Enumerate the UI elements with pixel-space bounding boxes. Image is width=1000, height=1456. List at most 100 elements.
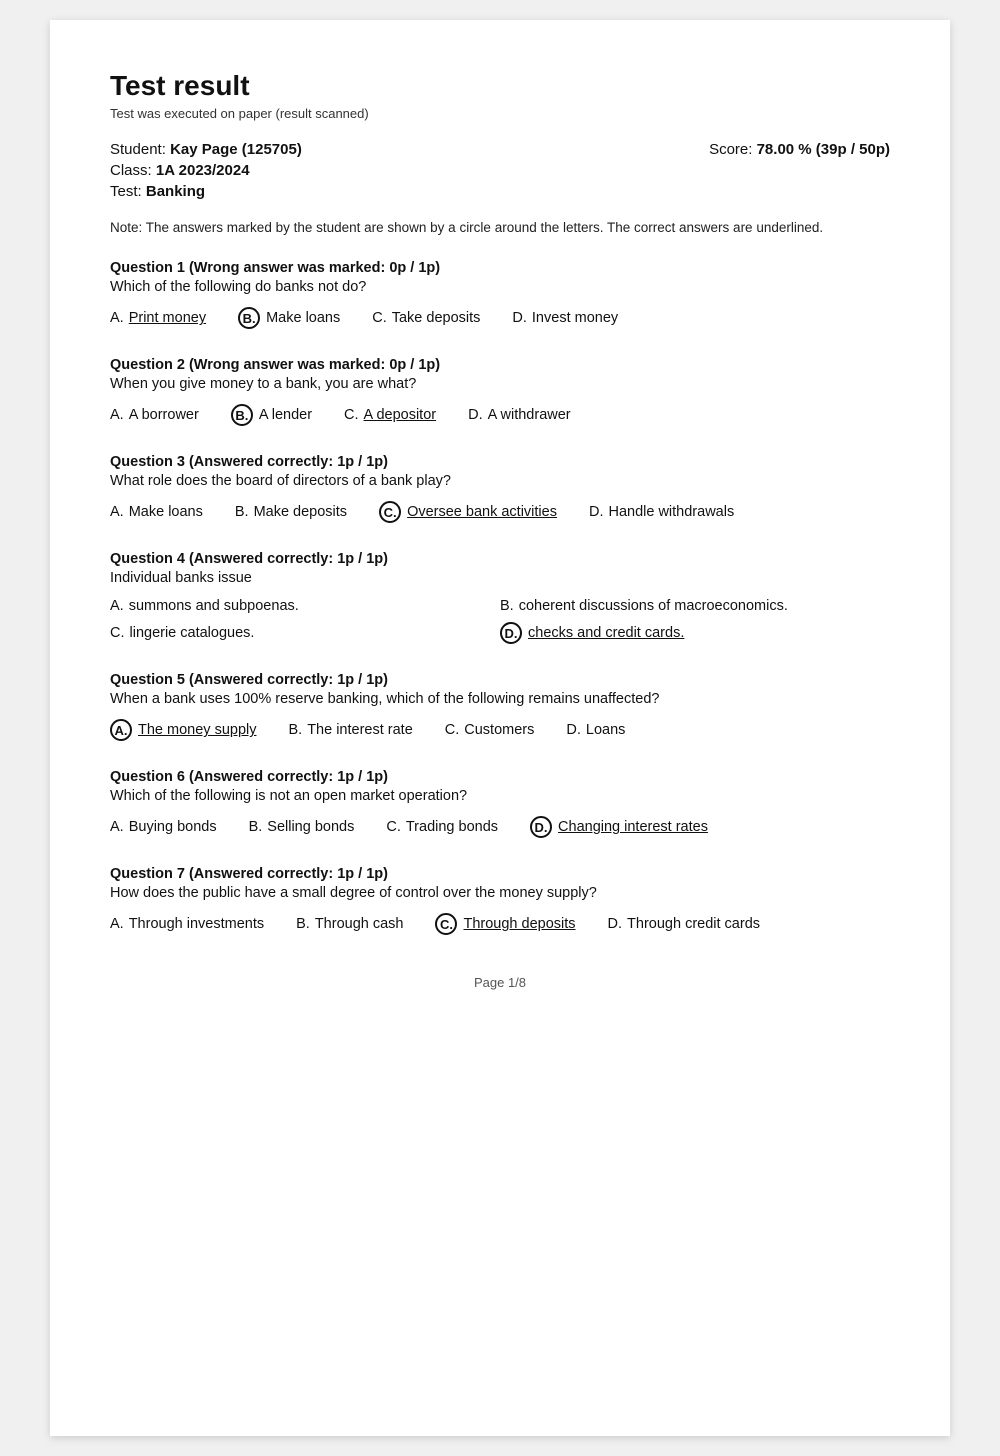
option-6-1: A. Buying bonds bbox=[110, 819, 217, 835]
question-block-5: Question 5 (Answered correctly: 1p / 1p)… bbox=[110, 672, 890, 741]
option-letter-3-1: A. bbox=[110, 504, 124, 520]
option-letter-4-4: D. bbox=[500, 622, 522, 644]
option-text-5-4: Loans bbox=[586, 722, 626, 738]
option-letter-1-2: B. bbox=[238, 307, 260, 329]
option-3-3: C. Oversee bank activities bbox=[379, 501, 557, 523]
option-letter-1-4: D. bbox=[512, 310, 527, 326]
option-1-1: A.Print money bbox=[110, 310, 206, 326]
question-text-5: When a bank uses 100% reserve banking, w… bbox=[110, 691, 890, 707]
option-text-1-4: Invest money bbox=[532, 310, 618, 326]
option-text-1-1: Print money bbox=[129, 310, 206, 326]
option-4-2: B.coherent discussions of macroeconomics… bbox=[500, 598, 890, 614]
option-text-7-1: Through investments bbox=[129, 916, 264, 932]
options-row-1: A.Print money B. Make loans C. Take deposits… bbox=[110, 307, 890, 329]
student-name: Kay Page (125705) bbox=[170, 141, 302, 158]
option-letter-6-1: A. bbox=[110, 819, 124, 835]
option-6-4: D. Changing interest rates bbox=[530, 816, 708, 838]
option-text-4-4: checks and credit cards. bbox=[528, 625, 684, 641]
questions-container: Question 1 (Wrong answer was marked: 0p … bbox=[110, 260, 890, 935]
option-letter-3-3: C. bbox=[379, 501, 401, 523]
question-header-6: Question 6 (Answered correctly: 1p / 1p) bbox=[110, 769, 890, 785]
option-text-7-2: Through cash bbox=[315, 916, 404, 932]
options-row-6: A. Buying bonds B.Selling bonds C.Trading b… bbox=[110, 816, 890, 838]
option-7-2: B.Through cash bbox=[296, 916, 403, 932]
option-letter-7-4: D. bbox=[608, 916, 623, 932]
option-2-2: B. A lender bbox=[231, 404, 312, 426]
option-7-3: C.Through deposits bbox=[435, 913, 575, 935]
options-row-3: A.Make loansB.Make depositsC.Oversee ban… bbox=[110, 501, 890, 523]
option-letter-2-1: A. bbox=[110, 407, 124, 423]
option-text-1-2: Make loans bbox=[266, 310, 340, 326]
test-label: Test: bbox=[110, 183, 142, 200]
question-header-4: Question 4 (Answered correctly: 1p / 1p) bbox=[110, 551, 890, 567]
option-3-1: A. Make loans bbox=[110, 504, 203, 520]
option-5-1: A.The money supply bbox=[110, 719, 256, 741]
class-row: Class: 1A 2023/2024 bbox=[110, 162, 890, 179]
option-text-3-1: Make loans bbox=[129, 504, 203, 520]
option-4-1: A.summons and subpoenas. bbox=[110, 598, 500, 614]
score-label: Score: bbox=[709, 141, 752, 158]
page-footer: Page 1/8 bbox=[110, 975, 890, 990]
class-left: Class: 1A 2023/2024 bbox=[110, 162, 250, 179]
option-text-6-4: Changing interest rates bbox=[558, 819, 708, 835]
note-text: Note: The answers marked by the student … bbox=[110, 218, 890, 238]
question-block-4: Question 4 (Answered correctly: 1p / 1p)… bbox=[110, 551, 890, 644]
option-text-1-3: Take deposits bbox=[392, 310, 481, 326]
option-letter-5-3: C. bbox=[445, 722, 460, 738]
question-block-3: Question 3 (Answered correctly: 1p / 1p)… bbox=[110, 454, 890, 523]
question-block-2: Question 2 (Wrong answer was marked: 0p … bbox=[110, 357, 890, 426]
option-text-6-1: Buying bonds bbox=[129, 819, 217, 835]
option-6-3: C.Trading bonds bbox=[386, 819, 498, 835]
option-letter-3-4: D. bbox=[589, 504, 604, 520]
option-text-6-3: Trading bonds bbox=[406, 819, 498, 835]
option-6-2: B.Selling bonds bbox=[249, 819, 355, 835]
options-row-2: A. A borrower B. A lender C. A depositor D. A w… bbox=[110, 404, 890, 426]
question-block-6: Question 6 (Answered correctly: 1p / 1p)… bbox=[110, 769, 890, 838]
option-text-3-3: Oversee bank activities bbox=[407, 504, 557, 520]
student-label: Student: bbox=[110, 141, 166, 158]
student-info: Student: Kay Page (125705) Score: 78.00 … bbox=[110, 141, 890, 200]
question-header-3: Question 3 (Answered correctly: 1p / 1p) bbox=[110, 454, 890, 470]
score-right: Score: 78.00 % (39p / 50p) bbox=[709, 141, 890, 158]
option-5-2: B.The interest rate bbox=[288, 722, 412, 738]
option-letter-7-1: A. bbox=[110, 916, 124, 932]
question-header-5: Question 5 (Answered correctly: 1p / 1p) bbox=[110, 672, 890, 688]
option-letter-3-2: B. bbox=[235, 504, 249, 520]
option-text-7-3: Through deposits bbox=[463, 916, 575, 932]
option-letter-5-4: D. bbox=[566, 722, 581, 738]
question-text-7: How does the public have a small degree … bbox=[110, 885, 890, 901]
option-text-6-2: Selling bonds bbox=[267, 819, 354, 835]
option-letter-6-2: B. bbox=[249, 819, 263, 835]
option-letter-4-1: A. bbox=[110, 598, 124, 614]
class-value: 1A 2023/2024 bbox=[156, 162, 250, 179]
option-text-2-1: A borrower bbox=[129, 407, 199, 423]
option-text-2-3: A depositor bbox=[364, 407, 437, 423]
option-text-4-3: lingerie catalogues. bbox=[130, 625, 255, 641]
option-letter-4-3: C. bbox=[110, 625, 125, 641]
option-1-3: C. Take deposits bbox=[372, 310, 480, 326]
option-text-2-4: A withdrawer bbox=[488, 407, 571, 423]
option-text-5-2: The interest rate bbox=[307, 722, 413, 738]
option-7-1: A. Through investments bbox=[110, 916, 264, 932]
page-title: Test result bbox=[110, 70, 890, 102]
test-row: Test: Banking bbox=[110, 183, 890, 200]
option-letter-2-2: B. bbox=[231, 404, 253, 426]
options-grid-4: A.summons and subpoenas.B.coherent discu… bbox=[110, 598, 890, 644]
option-text-5-1: The money supply bbox=[138, 722, 256, 738]
class-label: Class: bbox=[110, 162, 152, 179]
question-header-2: Question 2 (Wrong answer was marked: 0p … bbox=[110, 357, 890, 373]
option-4-4: D. checks and credit cards. bbox=[500, 622, 890, 644]
question-text-4: Individual banks issue bbox=[110, 570, 890, 586]
option-letter-2-4: D. bbox=[468, 407, 483, 423]
option-letter-1-3: C. bbox=[372, 310, 387, 326]
option-letter-4-2: B. bbox=[500, 598, 514, 614]
question-block-1: Question 1 (Wrong answer was marked: 0p … bbox=[110, 260, 890, 329]
options-row-5: A.The money supplyB.The interest rateC.C… bbox=[110, 719, 890, 741]
option-letter-2-3: C. bbox=[344, 407, 359, 423]
question-text-3: What role does the board of directors of… bbox=[110, 473, 890, 489]
option-text-3-4: Handle withdrawals bbox=[608, 504, 734, 520]
score-value: 78.00 % (39p / 50p) bbox=[757, 141, 890, 158]
option-text-2-2: A lender bbox=[259, 407, 312, 423]
question-header-7: Question 7 (Answered correctly: 1p / 1p) bbox=[110, 866, 890, 882]
option-letter-6-4: D. bbox=[530, 816, 552, 838]
